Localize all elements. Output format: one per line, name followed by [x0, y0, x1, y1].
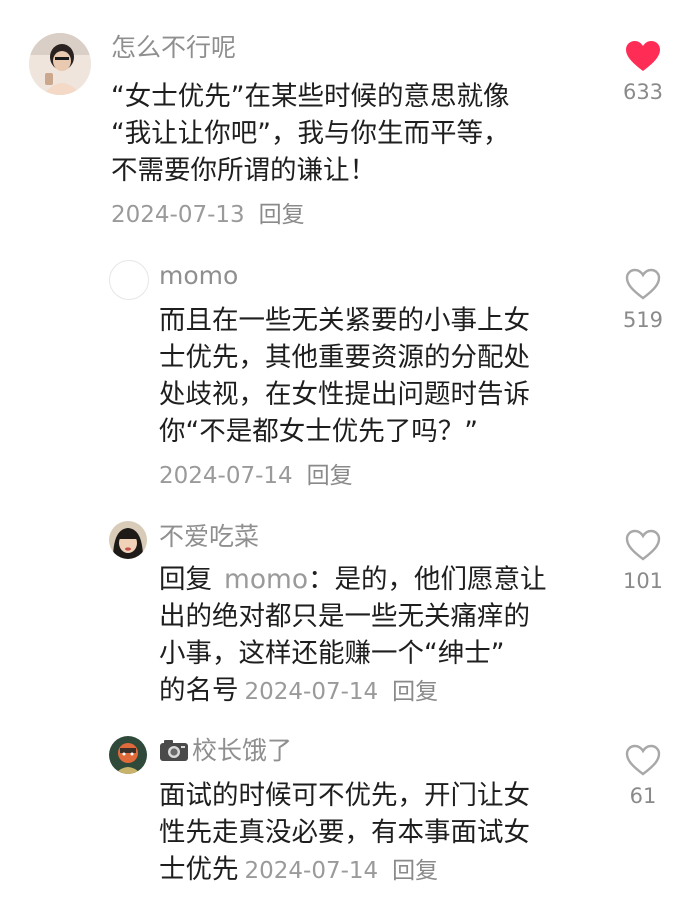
comment-line: “女士优先”在某些时候的意思就像 [111, 81, 510, 112]
like-button[interactable]: 519 [608, 268, 678, 332]
reply-button[interactable]: 回复 [259, 202, 305, 228]
like-count: 61 [629, 784, 657, 808]
username[interactable]: 怎么不行呢 [111, 33, 236, 63]
comment-date: 2024-07-14 [159, 463, 293, 489]
comment-line: 面试的时候可不优先，开门让女 [159, 780, 530, 811]
heart-outline-icon [625, 744, 661, 776]
avatar[interactable] [109, 521, 147, 559]
comment-line: 的名号 2024-07-14 回复 [159, 672, 547, 711]
reply-button[interactable]: 回复 [307, 463, 353, 489]
username-text: 校长饿了 [192, 736, 293, 765]
comment-text: 面试的时候可不优先，开门让女 性先走真没必要，有本事面试女 士优先 2024-07… [159, 777, 530, 890]
avatar[interactable] [109, 736, 147, 774]
like-button[interactable]: 101 [608, 529, 678, 593]
reply-button[interactable]: 回复 [392, 858, 438, 884]
like-button[interactable]: 61 [608, 744, 678, 808]
username[interactable]: 不爱吃菜 [159, 522, 259, 552]
comment-line-text: 的名号 [159, 675, 239, 706]
comment-line-text: 士优先 [159, 854, 239, 885]
comment-item: momo 而且在一些无关紧要的小事上女 士优先，其他重要资源的分配处 处歧视，在… [0, 250, 690, 510]
heart-filled-icon [626, 41, 660, 71]
comment-line: 你“不是都女士优先了吗？” [159, 416, 478, 447]
like-count: 519 [622, 308, 664, 332]
comment-date: 2024-07-13 [111, 202, 245, 228]
heart-outline-icon [625, 268, 661, 300]
reply-prefix: 回复 [159, 564, 212, 595]
comment-text: 而且在一些无关紧要的小事上女 士优先，其他重要资源的分配处 处歧视，在女性提出问… [159, 302, 530, 450]
camera-icon [160, 740, 188, 761]
username[interactable]: momo [159, 261, 238, 291]
comment-line: 处歧视，在女性提出问题时告诉 [159, 379, 530, 410]
comment-item: 不爱吃菜 回复 momo：是的，他们愿意让 出的绝对都只是一些无关痛痒的 小事，这… [0, 510, 690, 730]
comment-date: 2024-07-14 [244, 679, 379, 705]
comment-meta: 2024-07-14 回复 [159, 461, 353, 493]
comment-item: 怎么不行呢 “女士优先”在某些时候的意思就像 “我让让你吧”，我与你生而平等， … [0, 0, 690, 250]
comment-line: 小事，这样还能赚一个“绅士” [159, 638, 505, 669]
avatar[interactable] [109, 260, 149, 300]
comment-item: 校长饿了 面试的时候可不优先，开门让女 性先走真没必要，有本事面试女 士优先 20… [0, 730, 690, 913]
comment-line: 士优先 2024-07-14 回复 [159, 851, 530, 890]
comment-line-text: ：是的，他们愿意让 [308, 564, 547, 595]
username[interactable]: 校长饿了 [159, 736, 292, 766]
comment-date: 2024-07-14 [244, 858, 379, 884]
like-button[interactable]: 633 [608, 40, 678, 104]
reply-button[interactable]: 回复 [392, 679, 438, 705]
like-count: 101 [622, 569, 664, 593]
comment-line: 性先走真没必要，有本事面试女 [159, 817, 530, 848]
comment-text: 回复 momo：是的，他们愿意让 出的绝对都只是一些无关痛痒的 小事，这样还能赚一… [159, 561, 547, 711]
comment-line: 而且在一些无关紧要的小事上女 [159, 305, 530, 336]
comment-line: “我让让你吧”，我与你生而平等， [111, 118, 510, 149]
avatar[interactable] [29, 33, 91, 95]
comment-text: “女士优先”在某些时候的意思就像 “我让让你吧”，我与你生而平等， 不需要你所谓… [111, 78, 509, 189]
comment-line: 不需要你所谓的谦让！ [111, 155, 376, 186]
comment-line: 出的绝对都只是一些无关痛痒的 [159, 601, 530, 632]
reply-to-username[interactable]: momo [224, 564, 308, 595]
like-count: 633 [622, 80, 664, 104]
heart-outline-icon [625, 529, 661, 561]
comment-line: 回复 momo：是的，他们愿意让 [159, 561, 547, 598]
comment-meta: 2024-07-13 回复 [111, 200, 305, 232]
comment-line: 士优先，其他重要资源的分配处 [159, 342, 530, 373]
